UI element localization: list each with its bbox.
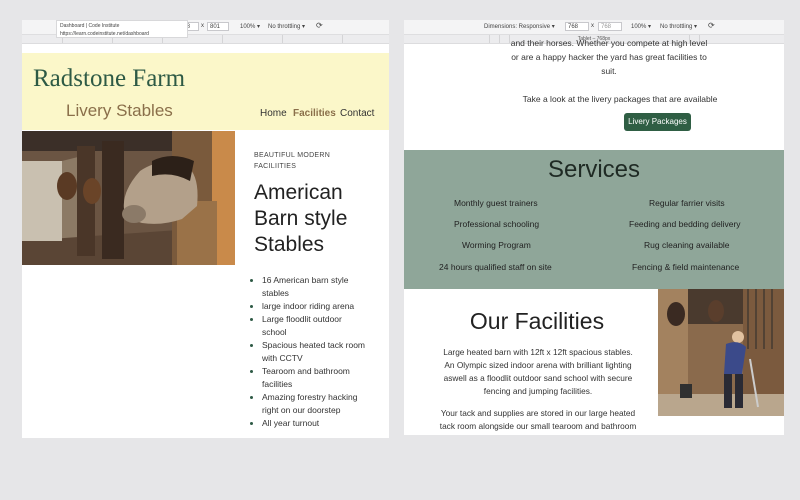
height-input[interactable]: 801 xyxy=(207,22,229,31)
overline-line: FACILIITIES xyxy=(254,163,297,170)
service-item: Regular farrier visits xyxy=(649,198,725,208)
hero-title-line: American xyxy=(254,181,343,204)
zoom-select[interactable]: 100% ▾ xyxy=(631,23,651,30)
intro-line: and their horses. Whether you compete at… xyxy=(510,38,708,48)
brand-subtitle: Livery Stables xyxy=(66,101,173,120)
list-item: All year turnout xyxy=(262,417,389,430)
height-input[interactable]: 768 xyxy=(598,22,622,31)
nav-facilities[interactable]: Facilities xyxy=(293,108,336,119)
list-item: large indoor riding arena xyxy=(262,300,389,313)
service-item: Worming Program xyxy=(462,240,531,250)
site-header: Radstone Farm Livery Stables Home Facili… xyxy=(22,53,389,130)
service-item: 24 hours qualified staff on site xyxy=(439,262,552,272)
facilities-paragraph: Large heated barn with 12ft x 12ft spaci… xyxy=(422,346,654,398)
width-input[interactable]: 768 xyxy=(565,22,589,31)
right-browser-panel: Dimensions: Responsive ▾ 768 x 768 100% … xyxy=(404,20,784,435)
service-item: Monthly guest trainers xyxy=(454,198,538,208)
hero-title: American Barn style Stables xyxy=(254,180,384,258)
packages-text: Take a look at the livery packages that … xyxy=(522,94,718,104)
list-item: Large floodlit outdoorschool xyxy=(262,313,389,339)
list-item: Tearoom and bathroomfacilities xyxy=(262,365,389,391)
service-item: Feeding and bedding delivery xyxy=(629,219,741,229)
tooltip-url: https://learn.codeinstitute.net/dashboar… xyxy=(60,31,149,37)
dimension-separator: x xyxy=(591,23,594,29)
overline-line: BEAUTIFUL MODERN xyxy=(254,152,331,159)
services-title: Services xyxy=(547,156,641,183)
left-browser-panel: 768 x 801 100% ▾ No throttling ▾ ⟳ Dashb… xyxy=(22,20,389,438)
features-list: 16 American barn stylestables large indo… xyxy=(251,274,389,430)
paragraph-line: Large heated barn with 12ft x 12ft spaci… xyxy=(443,347,633,357)
horse-stable-photo xyxy=(22,131,235,265)
brand-title[interactable]: Radstone Farm xyxy=(33,65,185,93)
list-item: 16 American barn stylestables xyxy=(262,274,389,300)
tooltip-title: Dashboard | Code Institute xyxy=(60,23,120,29)
hero-title-line: Stables xyxy=(254,233,325,256)
paragraph-line: aswell as a floodlit outdoor sand school… xyxy=(443,373,633,383)
reload-icon[interactable]: ⟳ xyxy=(316,21,323,30)
facilities-paragraph: Your tack and supplies are stored in our… xyxy=(422,407,654,433)
list-item: Amazing forestry hackingright on our doo… xyxy=(262,391,389,417)
zoom-select[interactable]: 100% ▾ xyxy=(240,23,260,30)
reload-icon[interactable]: ⟳ xyxy=(708,21,715,30)
livery-packages-button[interactable]: Livery Packages xyxy=(624,113,691,131)
paragraph-line: tack room alongside our small tearoom an… xyxy=(439,421,637,431)
nav-contact[interactable]: Contact xyxy=(340,108,374,119)
service-item: Professional schooling xyxy=(454,219,540,229)
paragraph-line: Your tack and supplies are stored in our… xyxy=(440,408,636,418)
list-item: Spacious heated tack roomwith CCTV xyxy=(262,339,389,365)
services-section: Services Monthly guest trainers Professi… xyxy=(404,150,784,289)
devtools-toolbar: Dimensions: Responsive ▾ 768 x 768 100% … xyxy=(404,20,784,35)
intro-line: suit. xyxy=(601,66,617,76)
barn-groom-photo xyxy=(658,289,784,416)
intro-text: and their horses. Whether you compete at… xyxy=(494,38,724,78)
throttle-select[interactable]: No throttling ▾ xyxy=(660,23,697,30)
hero-overline: BEAUTIFUL MODERN FACILIITIES xyxy=(254,150,364,172)
intro-line: or are a happy hacker the yard has great… xyxy=(511,52,707,62)
hero-title-line: Barn style xyxy=(254,207,348,230)
dimensions-select[interactable]: Dimensions: Responsive ▾ xyxy=(484,23,555,30)
dimension-separator: x xyxy=(201,23,204,29)
service-item: Rug cleaning available xyxy=(644,240,730,250)
paragraph-line: An Olympic sized indoor arena with brill… xyxy=(444,360,632,370)
facilities-title: Our Facilities xyxy=(469,308,605,334)
tab-tooltip: Dashboard | Code Institute https://learn… xyxy=(56,20,188,38)
throttle-select[interactable]: No throttling ▾ xyxy=(268,23,305,30)
nav-home[interactable]: Home xyxy=(260,108,287,119)
service-item: Fencing & field maintenance xyxy=(632,262,740,272)
paragraph-line: fencing and jumping facilities. xyxy=(483,386,593,396)
